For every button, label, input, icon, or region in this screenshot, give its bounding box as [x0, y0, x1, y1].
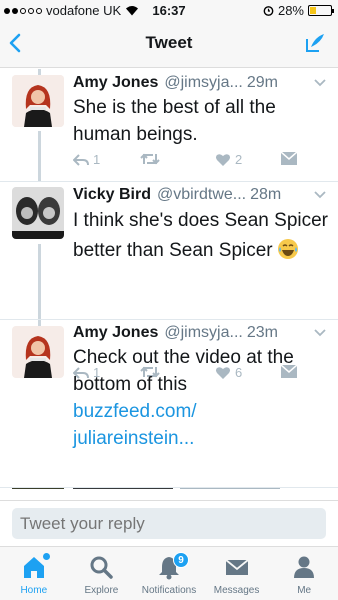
tweet-timestamp: 23m: [246, 324, 278, 341]
new-content-dot: [42, 553, 50, 560]
retweet-icon: [140, 153, 160, 165]
page-title: Tweet: [145, 33, 193, 52]
tab-label: Notifications: [141, 585, 197, 596]
tab-home[interactable]: Home: [0, 547, 68, 600]
reply-bar: [0, 500, 338, 546]
battery-percent: 28%: [277, 3, 304, 18]
tab-me[interactable]: Me: [270, 547, 338, 600]
envelope-icon: [281, 152, 297, 165]
author-name[interactable]: Vicky Bird: [73, 186, 151, 204]
tab-messages[interactable]: Messages: [203, 547, 271, 600]
status-bar: vodafone UK 16:37 28%: [0, 0, 338, 20]
tweet-header: Vicky Bird @vbirdtwe... 28m: [73, 186, 330, 204]
tweet-timestamp: 29m: [246, 74, 278, 91]
avatar[interactable]: [12, 326, 64, 378]
envelope-icon: [225, 559, 249, 575]
person-icon: [294, 556, 315, 578]
compose-tweet-icon[interactable]: [304, 32, 326, 54]
chevron-down-icon[interactable]: [314, 329, 326, 337]
tweet-body: Vicky Bird @vbirdtwe... 28m I think she'…: [73, 186, 330, 266]
search-icon: [90, 556, 114, 579]
tab-bar: Home Explore 9 Notifications Messages Me: [0, 546, 338, 600]
tweet-divider: [0, 319, 338, 320]
like-count: 2: [235, 152, 243, 167]
tweet-body: Amy Jones @jimsyja... 23m Check out the …: [73, 324, 330, 452]
reply-count: 1: [93, 152, 101, 167]
reply-button[interactable]: 1: [73, 152, 100, 167]
conversation-timeline[interactable]: Amy Jones @jimsyja... 29m She is the bes…: [0, 69, 338, 489]
tweet-text: She is the best of all the human beings.: [73, 97, 276, 145]
nav-bar: Tweet: [0, 20, 338, 68]
tweet-link[interactable]: juliareinstein...: [73, 425, 330, 452]
direct-message-button[interactable]: [281, 152, 297, 165]
tab-explore[interactable]: Explore: [68, 547, 136, 600]
tweet-header: Amy Jones @jimsyja... 23m: [73, 324, 330, 342]
tab-label: Home: [20, 585, 48, 596]
laughing-tears-emoji-icon: [277, 239, 298, 259]
tweet-actions: 1 2: [73, 152, 303, 172]
notification-badge: 9: [172, 552, 189, 568]
battery-icon: [308, 5, 334, 16]
author-name[interactable]: Amy Jones: [73, 324, 158, 342]
thread-line: [38, 131, 41, 181]
tweet-text-content: Check out the video at the bottom of thi…: [73, 347, 294, 395]
author-handle-clipped: [180, 488, 280, 489]
tab-label: Explore: [84, 585, 119, 596]
author-handle[interactable]: @jimsyja...: [164, 74, 242, 92]
chevron-down-icon[interactable]: [314, 79, 326, 87]
tweet-timestamp: 28m: [250, 186, 282, 203]
tweet-body: Amy Jones @jimsyja... 29m She is the bes…: [73, 74, 330, 148]
author-handle[interactable]: @vbirdtwe...: [157, 186, 246, 204]
tweet-text: Check out the video at the bottom of thi…: [73, 344, 330, 452]
tab-label: Me: [297, 585, 312, 596]
thread-line: [38, 244, 41, 328]
author-handle[interactable]: @jimsyja...: [164, 324, 242, 342]
heart-icon: [216, 153, 230, 166]
avatar[interactable]: [12, 75, 64, 127]
chevron-down-icon[interactable]: [314, 191, 326, 199]
tweet-text: I think she's does Sean Spicer better th…: [73, 206, 330, 266]
reply-icon: [73, 153, 89, 166]
author-name-clipped: [73, 488, 173, 489]
author-name[interactable]: Amy Jones: [73, 74, 158, 92]
retweet-button[interactable]: [140, 152, 164, 166]
avatar: [12, 488, 64, 489]
tab-notifications[interactable]: 9 Notifications: [135, 547, 203, 600]
alarm-icon: [263, 6, 274, 16]
tweet-header: Amy Jones @jimsyja... 29m: [73, 74, 330, 92]
like-button[interactable]: 2: [215, 152, 242, 167]
tab-label: Messages: [213, 585, 260, 596]
tweet-partial[interactable]: [0, 488, 338, 489]
tweet-divider: [0, 181, 338, 182]
tweet-link[interactable]: buzzfeed.com/: [73, 398, 330, 425]
avatar[interactable]: [12, 187, 64, 239]
battery-area: 28%: [263, 3, 334, 18]
reply-input[interactable]: [12, 508, 326, 539]
